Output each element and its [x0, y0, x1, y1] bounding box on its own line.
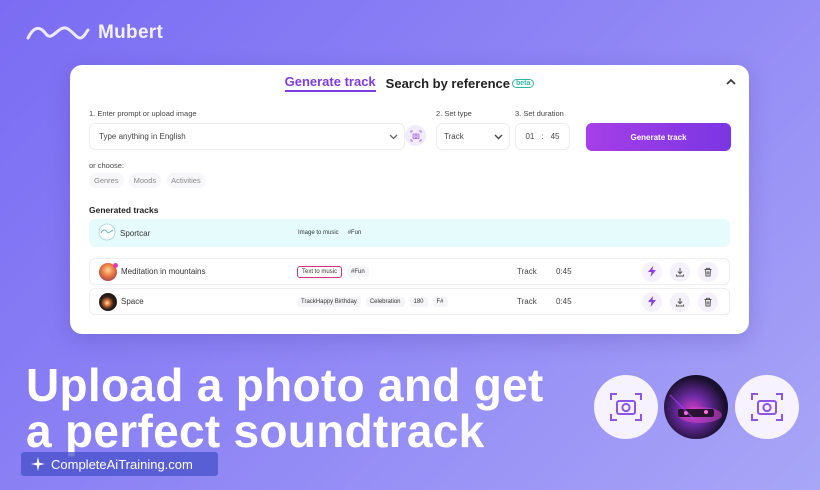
track-row[interactable]: Space TrackHappy Birthday Celebration 18…: [89, 288, 730, 315]
tab-search-by-reference[interactable]: Search by reference beta: [386, 76, 535, 91]
duration-separator: :: [541, 132, 544, 141]
chip-moods[interactable]: Moods: [128, 173, 162, 188]
tag: F#: [432, 296, 448, 307]
chip-group: Genres Moods Activities: [89, 173, 206, 188]
tag: 180: [409, 296, 428, 307]
tab-generate-track[interactable]: Generate track: [284, 74, 376, 92]
tag: #Fun: [347, 230, 362, 236]
trash-icon: [704, 297, 712, 306]
chevron-down-icon: [389, 134, 398, 140]
prompt-input[interactable]: Type anything in English: [89, 123, 405, 150]
tag: TrackHappy Birthday: [297, 296, 361, 307]
status-dot: [113, 263, 118, 268]
type-label: 2. Set type: [436, 109, 472, 118]
camera-icon: [751, 393, 783, 421]
headline-line-1: Upload a photo and get: [26, 359, 544, 411]
tag: #Fun: [347, 266, 369, 277]
collapse-button[interactable]: [723, 73, 739, 89]
camera-icon: [610, 393, 642, 421]
or-choose-label: or choose:: [89, 161, 125, 170]
track-thumbnail[interactable]: [99, 292, 117, 311]
mubert-wave-icon: [26, 26, 90, 40]
chevron-up-icon: [726, 78, 736, 85]
download-button[interactable]: [670, 261, 690, 282]
track-type: Track: [517, 267, 537, 276]
chip-genres[interactable]: Genres: [89, 173, 124, 188]
type-value: Track: [444, 132, 464, 141]
track-tags: Image to music #Fun: [296, 228, 363, 238]
trash-icon: [704, 267, 712, 276]
download-icon: [676, 297, 684, 306]
brand-name: Mubert: [98, 22, 164, 43]
duration-label: 3. Set duration: [515, 109, 564, 118]
camera-circle: [735, 375, 799, 439]
lightning-icon: [648, 296, 656, 307]
chevron-down-icon: [494, 134, 503, 140]
prompt-placeholder: Type anything in English: [99, 132, 186, 141]
download-icon: [676, 267, 684, 276]
track-duration: 0:45: [556, 297, 572, 306]
duration-seconds[interactable]: 45: [551, 132, 560, 141]
watermark: CompleteAiTraining.com: [21, 452, 218, 476]
upload-image-button[interactable]: [405, 125, 426, 146]
sparkle-icon: [31, 457, 45, 471]
track-type: Track: [517, 297, 537, 306]
tab-search-label: Search by reference: [385, 75, 510, 91]
track-row[interactable]: Meditation in mountains Text to music #F…: [89, 258, 730, 285]
track-name: Sportcar: [120, 228, 151, 238]
track-name: Meditation in mountains: [121, 267, 206, 276]
watermark-text: CompleteAiTraining.com: [51, 456, 193, 472]
tag: Text to music: [297, 265, 343, 278]
camera-icon: [410, 130, 421, 141]
track-name: Space: [121, 297, 144, 306]
chip-activities[interactable]: Activities: [166, 173, 206, 188]
tab-bar: Generate track Search by reference beta: [70, 74, 749, 92]
boost-button[interactable]: [642, 261, 662, 282]
type-select[interactable]: Track: [436, 123, 510, 150]
mubert-logo[interactable]: Mubert: [26, 22, 163, 44]
track-duration: 0:45: [556, 267, 572, 276]
dj-photo-image: [669, 394, 722, 423]
camera-circle: [594, 375, 658, 439]
download-button[interactable]: [670, 291, 690, 312]
track-row[interactable]: Sportcar Image to music #Fun: [89, 219, 730, 247]
delete-button[interactable]: [698, 291, 718, 312]
generate-track-button[interactable]: Generate track: [586, 123, 731, 151]
headline-line-2: a perfect soundtrack: [26, 405, 485, 457]
delete-button[interactable]: [698, 261, 718, 282]
tag: Celebration: [365, 296, 405, 307]
lightning-icon: [648, 266, 656, 277]
prompt-label: 1. Enter prompt or upload image: [89, 109, 197, 118]
beta-badge: beta: [511, 78, 535, 88]
tag: Image to music: [298, 230, 339, 236]
duration-minutes[interactable]: 01: [525, 132, 534, 141]
generator-card: Generate track Search by reference beta 1…: [70, 65, 749, 334]
loading-wave-icon: [98, 223, 116, 241]
duration-input[interactable]: 01 : 45: [515, 123, 570, 150]
boost-button[interactable]: [642, 291, 662, 312]
track-tags: TrackHappy Birthday Celebration 180 F#: [297, 296, 448, 307]
headline: Upload a photo and get a perfect soundtr…: [26, 362, 544, 454]
photo-circle: [664, 375, 728, 439]
track-tags: Text to music #Fun: [297, 265, 369, 278]
generated-tracks-title: Generated tracks: [89, 205, 159, 215]
